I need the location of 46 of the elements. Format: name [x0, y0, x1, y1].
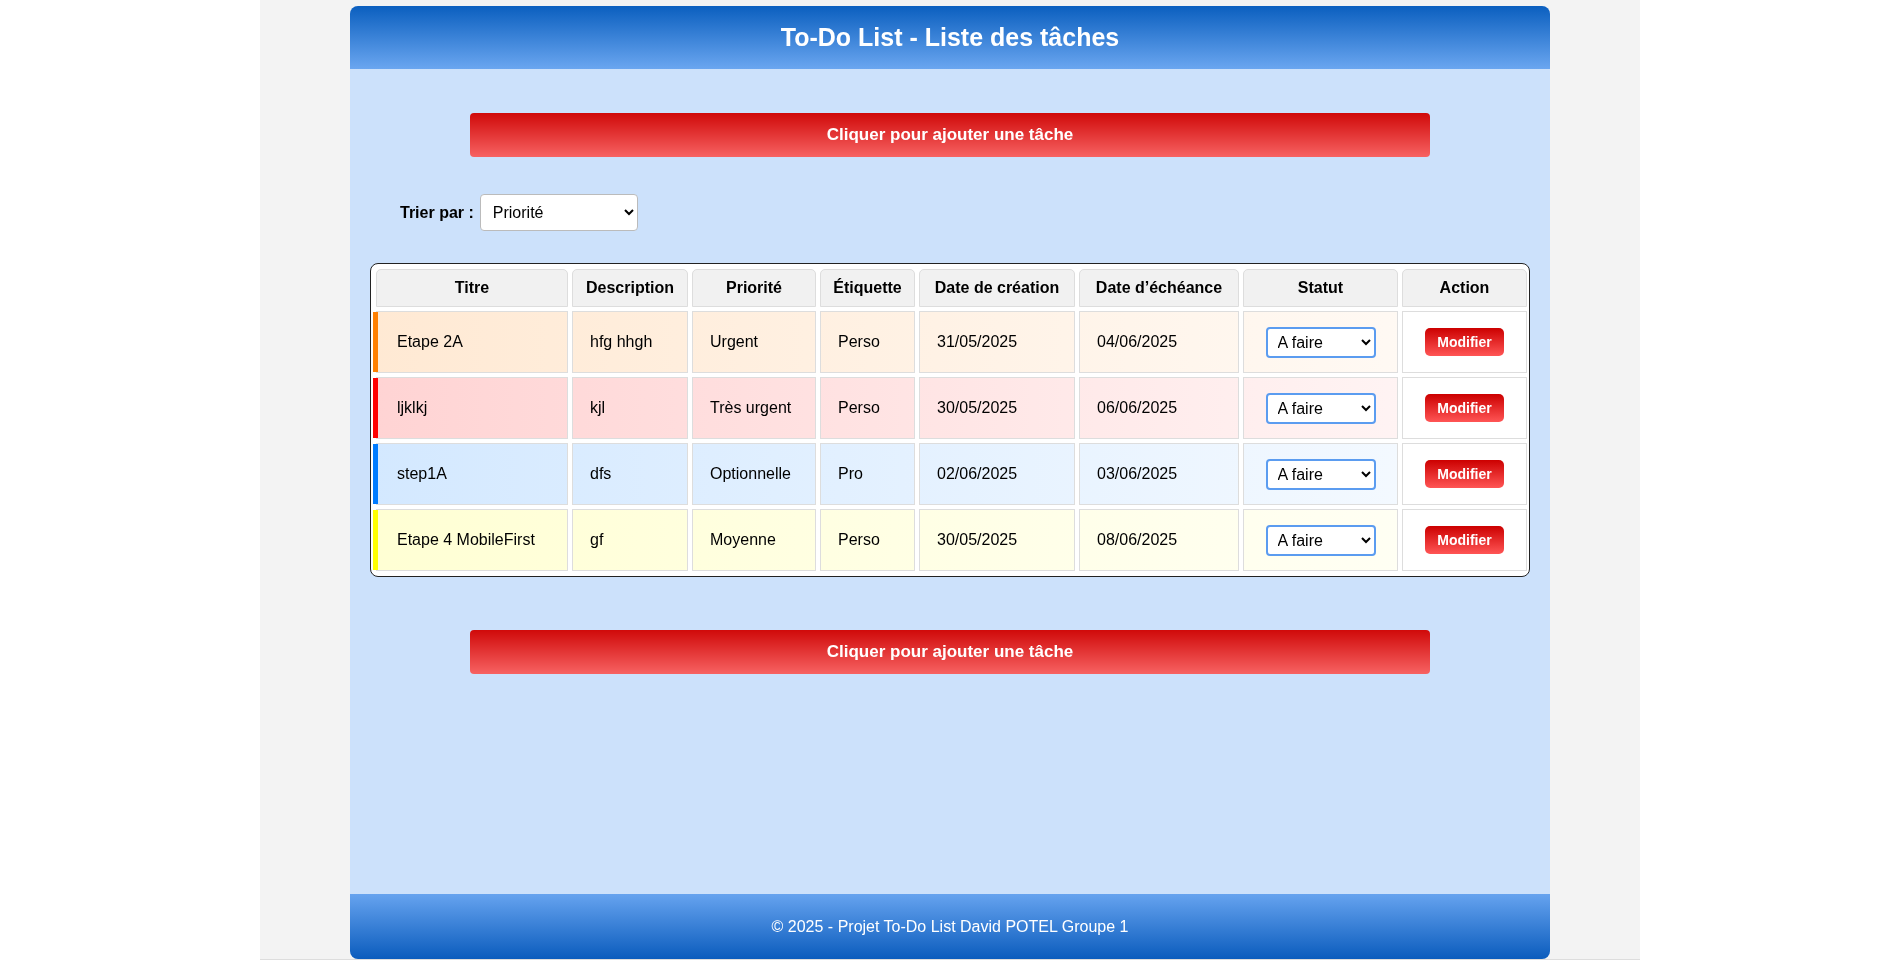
table-cell: 30/05/2025 — [919, 377, 1075, 439]
table-cell: 06/06/2025 — [1079, 377, 1239, 439]
add-task-button[interactable]: Cliquer pour ajouter une tâche — [470, 630, 1430, 674]
status-dropdown[interactable]: A faire — [1265, 524, 1376, 556]
table-cell: kjl — [572, 377, 688, 439]
table-cell: Perso — [820, 509, 915, 571]
table-cell: Perso — [820, 377, 915, 439]
modify-button[interactable]: Modifier — [1425, 526, 1504, 554]
table-cell: Perso — [820, 311, 915, 373]
table-cell: Optionnelle — [692, 443, 816, 505]
table-cell: Moyenne — [692, 509, 816, 571]
add-task-button[interactable]: Cliquer pour ajouter une tâche — [470, 113, 1430, 157]
table-cell: dfs — [572, 443, 688, 505]
column-header: Date de création — [919, 269, 1075, 307]
table-cell: 08/06/2025 — [1079, 509, 1239, 571]
table-cell: hfg hhgh — [572, 311, 688, 373]
table-cell: 03/06/2025 — [1079, 443, 1239, 505]
table-cell: 30/05/2025 — [919, 509, 1075, 571]
sort-dropdown[interactable]: Priorité — [479, 194, 638, 231]
column-header: Statut — [1243, 269, 1398, 307]
table-cell: Etape 4 MobileFirst — [376, 509, 568, 571]
column-header: Date d’échéance — [1079, 269, 1239, 307]
footer-text: © 2025 - Projet To-Do List David POTEL Groupe 1 — [771, 917, 1129, 936]
table-cell: Etape 2A — [376, 311, 568, 373]
status-dropdown[interactable]: A faire — [1265, 392, 1376, 424]
column-header: Étiquette — [820, 269, 915, 307]
page-title: To-Do List - Liste des tâches — [780, 23, 1120, 52]
column-header: Titre — [376, 269, 568, 307]
table-cell: Urgent — [692, 311, 816, 373]
table-cell: Pro — [820, 443, 915, 505]
table-cell: 04/06/2025 — [1079, 311, 1239, 373]
table-cell: 31/05/2025 — [919, 311, 1075, 373]
column-header: Priorité — [692, 269, 816, 307]
modify-button[interactable]: Modifier — [1425, 394, 1504, 422]
table-cell: Très urgent — [692, 377, 816, 439]
column-header: Description — [572, 269, 688, 307]
column-header: Action — [1402, 269, 1527, 307]
modify-button[interactable]: Modifier — [1425, 328, 1504, 356]
table-cell: 02/06/2025 — [919, 443, 1075, 505]
status-dropdown[interactable]: A faire — [1265, 458, 1376, 490]
sort-label: Trier par : — [400, 203, 474, 222]
table-cell: gf — [572, 509, 688, 571]
table-cell: ljklkj — [376, 377, 568, 439]
status-dropdown[interactable]: A faire — [1265, 326, 1376, 358]
table-cell: step1A — [376, 443, 568, 505]
modify-button[interactable]: Modifier — [1425, 460, 1504, 488]
